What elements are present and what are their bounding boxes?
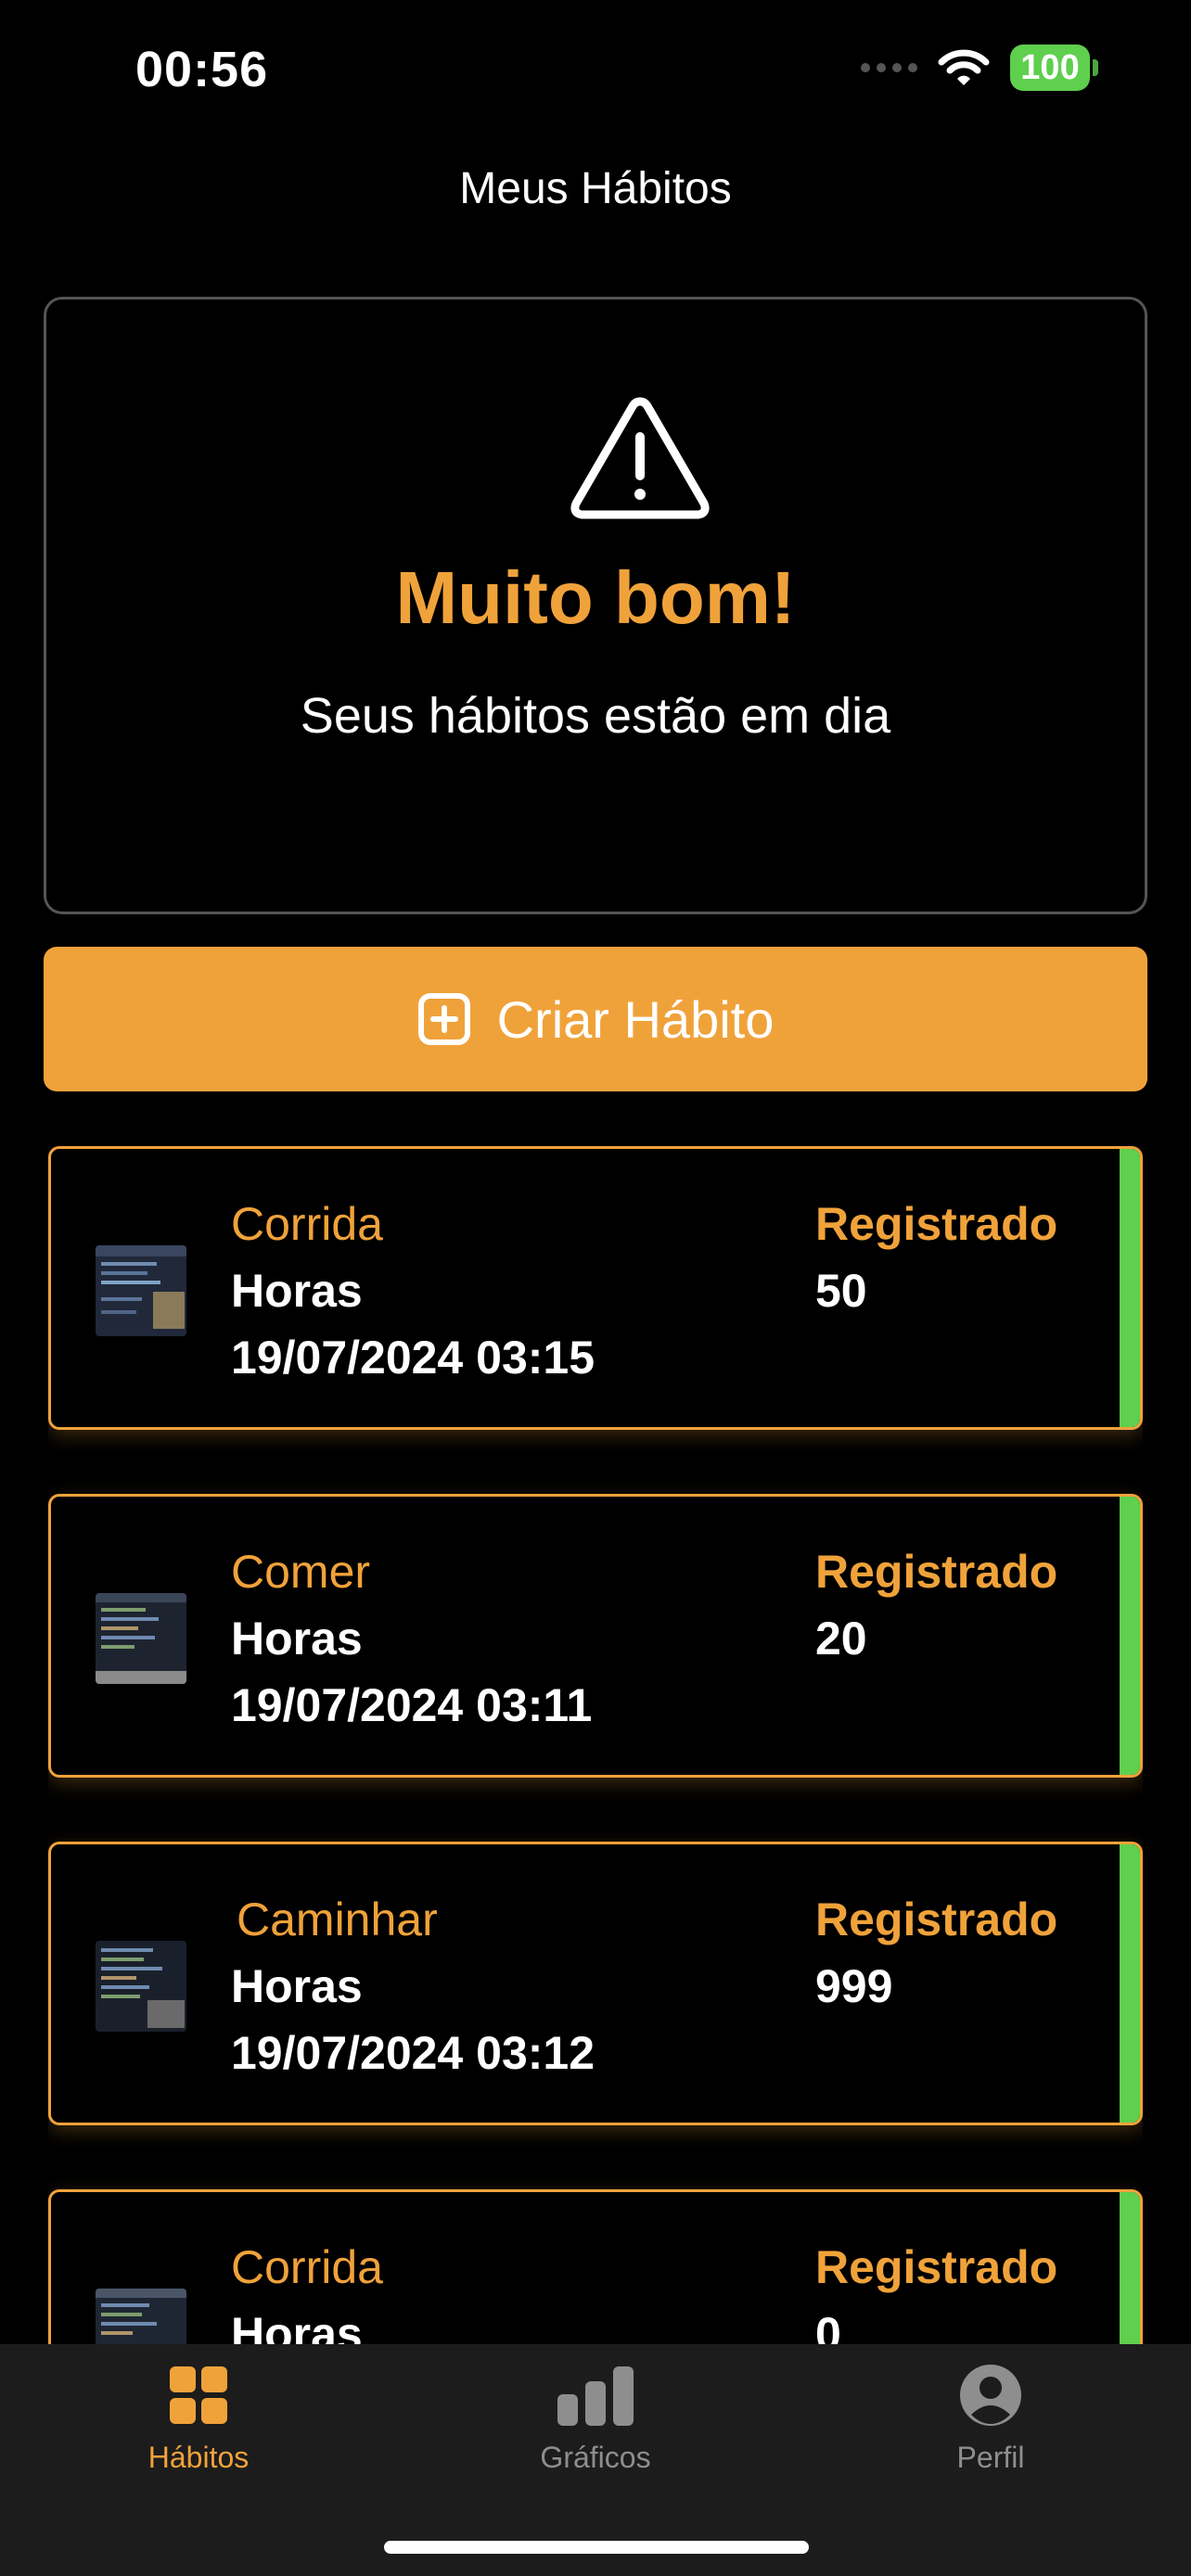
habit-name: Corrida <box>231 2241 383 2293</box>
habit-status: Registrado <box>815 2241 1058 2293</box>
habit-unit: Horas <box>231 1265 363 1317</box>
habit-value: 20 <box>815 1613 867 1664</box>
habit-date: 19/07/2024 03:11 <box>231 1679 593 1731</box>
habit-unit: Horas <box>231 1613 363 1664</box>
summary-subtitle: Seus hábitos estão em dia <box>300 688 891 744</box>
create-habit-label: Criar Hábito <box>496 989 775 1049</box>
habit-value: 0 <box>815 2308 841 2344</box>
habit-name: Comer <box>231 1546 371 1598</box>
summary-title: Muito bom! <box>395 556 796 639</box>
wifi-icon <box>938 49 990 85</box>
habit-thumbnail <box>96 1593 186 1684</box>
status-indicator-strip <box>1120 1497 1140 1775</box>
habit-date: 19/07/2024 03:15 <box>231 1332 596 1384</box>
habit-card[interactable]: Comer Horas 19/07/2024 03:11 Registrado … <box>48 1494 1143 1778</box>
tab-habitos[interactable]: Hábitos <box>78 2363 319 2511</box>
habit-value: 50 <box>815 1265 867 1317</box>
plus-square-icon <box>417 993 470 1045</box>
status-indicator-strip <box>1120 1844 1140 2123</box>
status-bar: 00:56 100 <box>0 0 1191 139</box>
status-indicator-strip <box>1120 1149 1140 1427</box>
tab-graficos[interactable]: Gráficos <box>475 2363 716 2511</box>
habit-status: Registrado <box>815 1198 1058 1250</box>
habit-card[interactable]: Corrida Horas Registrado 0 <box>48 2189 1143 2344</box>
status-indicator-strip <box>1120 2192 1140 2344</box>
status-icons: 100 <box>861 45 1098 91</box>
warning-icon <box>570 397 710 519</box>
page-title: Meus Hábitos <box>459 164 732 213</box>
battery-icon: 100 <box>1010 45 1098 91</box>
home-indicator[interactable] <box>384 2541 809 2554</box>
habit-name: Corrida <box>231 1198 383 1250</box>
summary-card: Muito bom! Seus hábitos estão em dia <box>44 297 1147 914</box>
habit-thumbnail <box>96 2289 186 2344</box>
habit-unit: Horas <box>231 1960 363 2012</box>
user-circle-icon <box>960 2365 1021 2426</box>
tab-label: Gráficos <box>540 2441 651 2474</box>
cellular-signal-icon <box>861 63 917 72</box>
tab-label: Hábitos <box>147 2441 250 2474</box>
habit-date: 19/07/2024 03:12 <box>231 2027 596 2079</box>
grid-icon <box>170 2366 227 2424</box>
habit-thumbnail <box>96 1245 186 1336</box>
habit-thumbnail <box>96 1941 186 2032</box>
bar-chart-icon <box>557 2366 634 2426</box>
battery-level: 100 <box>1010 45 1090 91</box>
habit-value: 999 <box>815 1960 893 2012</box>
tab-label: Perfil <box>956 2441 1025 2474</box>
habit-status: Registrado <box>815 1546 1058 1598</box>
habit-list[interactable]: Corrida Horas 19/07/2024 03:15 Registrad… <box>48 1146 1143 2344</box>
habit-card[interactable]: Corrida Horas 19/07/2024 03:15 Registrad… <box>48 1146 1143 1430</box>
tab-perfil[interactable]: Perfil <box>870 2363 1111 2511</box>
create-habit-button[interactable]: Criar Hábito <box>44 947 1147 1091</box>
habit-name: Caminhar <box>237 1894 438 1945</box>
habit-card[interactable]: Caminhar Horas 19/07/2024 03:12 Registra… <box>48 1842 1143 2125</box>
habit-status: Registrado <box>815 1894 1058 1945</box>
habit-unit: Horas <box>231 2308 363 2344</box>
status-time: 00:56 <box>135 42 269 97</box>
